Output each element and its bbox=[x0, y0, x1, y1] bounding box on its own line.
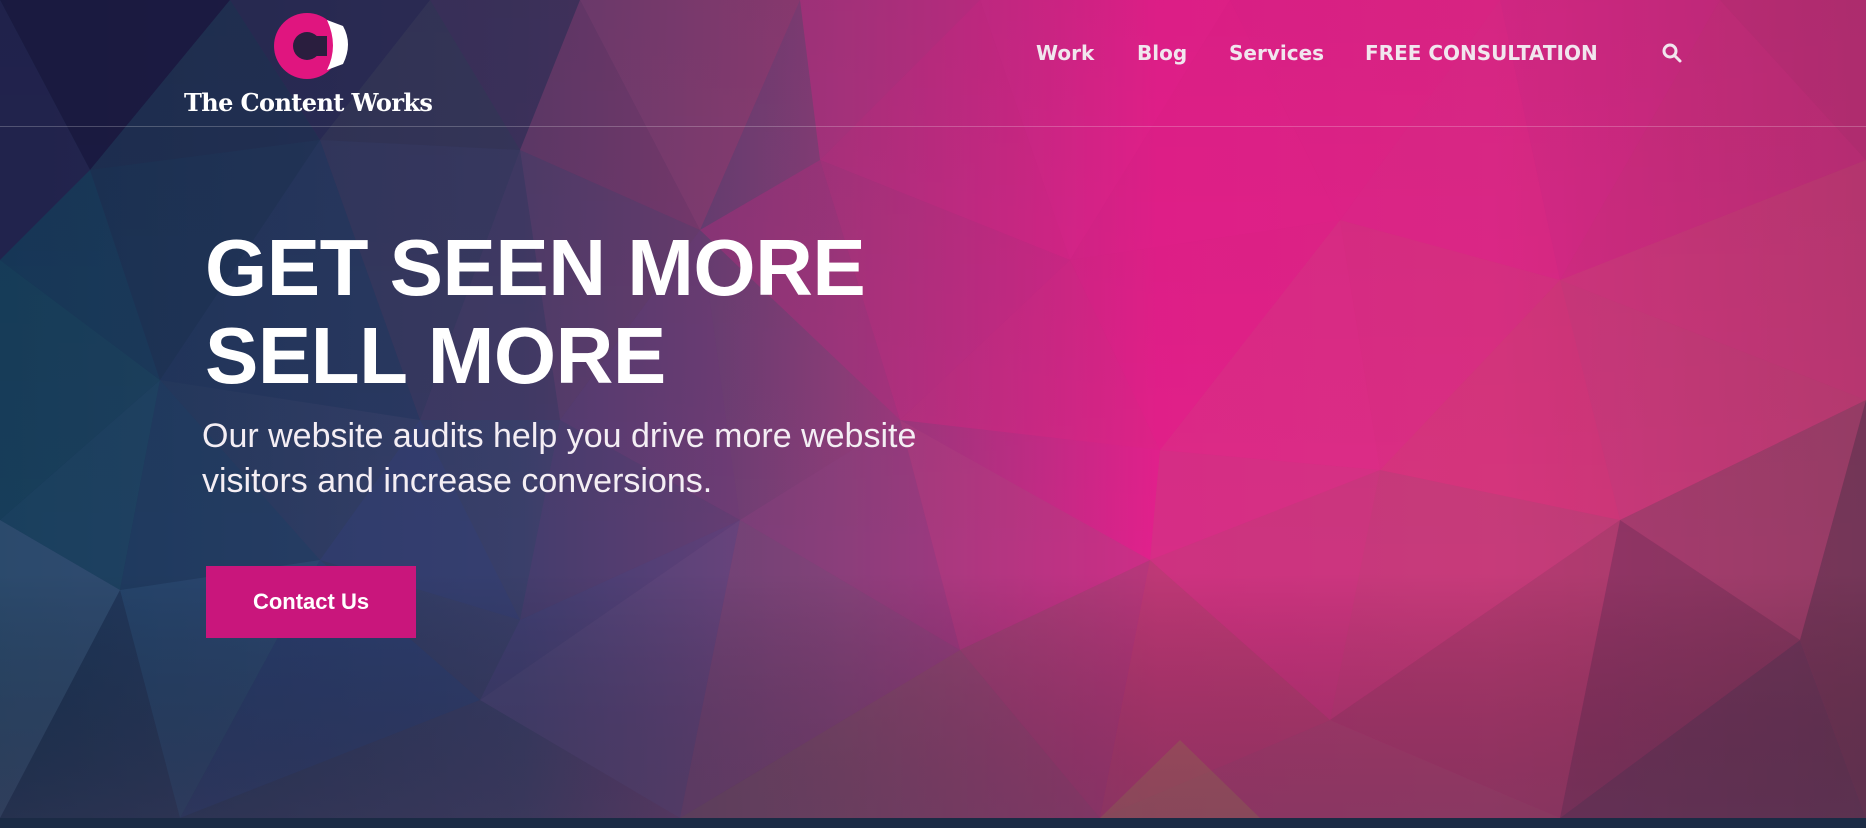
brand-logo[interactable]: The Content Works bbox=[180, 6, 450, 120]
hero-headline: GET SEEN MORE SELL MORE bbox=[205, 223, 866, 400]
hero-headline-line-1: GET SEEN MORE bbox=[205, 223, 866, 312]
nav-item-work[interactable]: Work bbox=[1036, 38, 1094, 68]
contact-us-button[interactable]: Contact Us bbox=[206, 566, 416, 638]
search-icon[interactable] bbox=[1661, 42, 1683, 64]
hero-headline-line-2: SELL MORE bbox=[205, 311, 666, 400]
nav-item-free-consultation[interactable]: FREE CONSULTATION bbox=[1365, 38, 1598, 68]
hero-subtext: Our website audits help you drive more w… bbox=[202, 417, 917, 500]
nav-item-blog[interactable]: Blog bbox=[1137, 38, 1187, 68]
nav-item-services[interactable]: Services bbox=[1229, 38, 1324, 68]
brand-name: The Content Works bbox=[184, 88, 433, 117]
bottom-strip bbox=[0, 818, 1866, 828]
site-header: The Content Works Work Blog Services FRE… bbox=[0, 0, 1866, 127]
page: The Content Works Work Blog Services FRE… bbox=[0, 0, 1866, 828]
c-logo-mark-icon bbox=[274, 13, 348, 79]
